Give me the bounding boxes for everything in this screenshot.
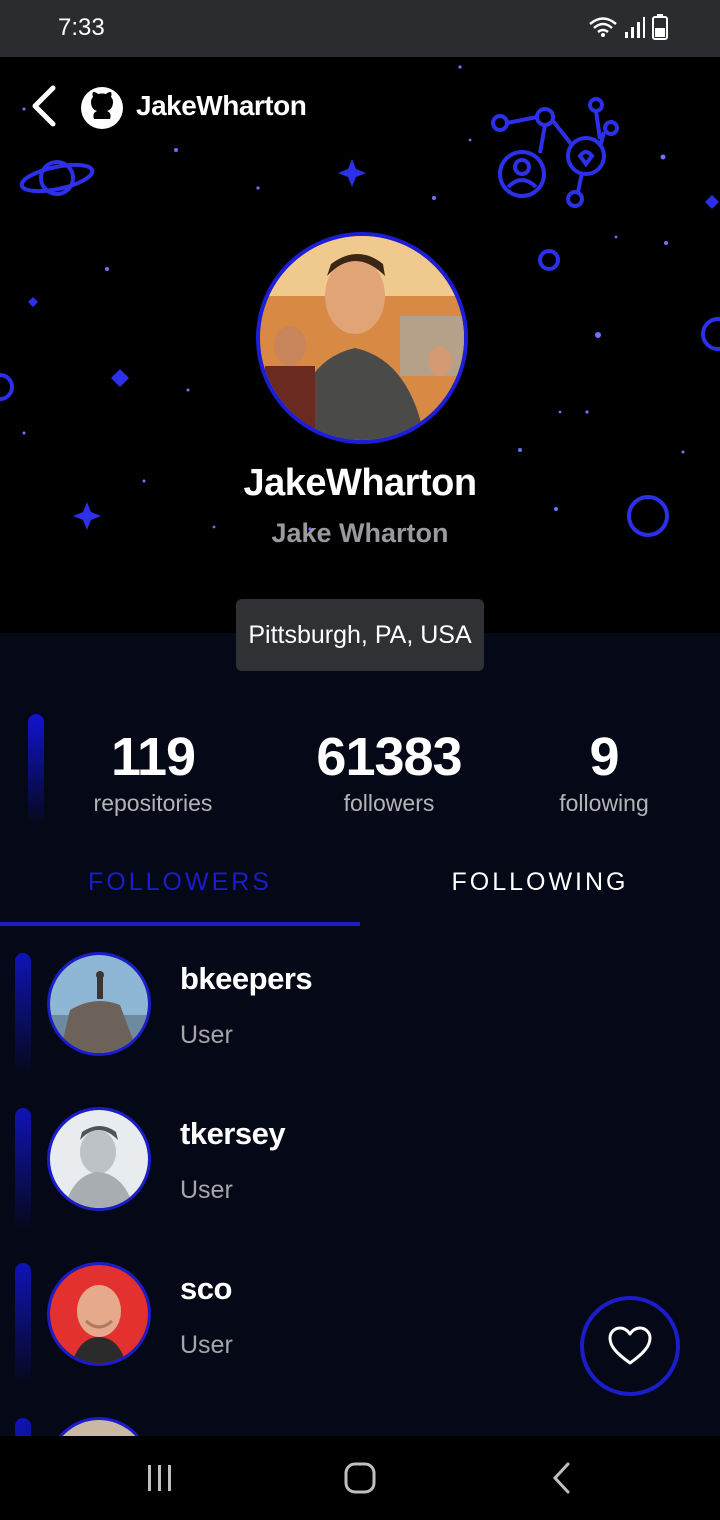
wifi-icon [589,17,617,37]
profile-full-name: Jake Wharton [271,518,449,548]
list-item[interactable]: tkersey User [0,1094,720,1244]
status-icons [588,14,668,40]
back-chevron-icon [552,1462,570,1494]
list-item-name: bkeepers [180,961,313,996]
recent-apps-icon [148,1465,171,1491]
list-item-type: User [180,1331,233,1359]
list-item-name: tkersey [180,1116,286,1151]
stat-following[interactable]: 9 following [504,726,704,817]
home-icon [344,1462,376,1494]
list-item[interactable]: bkeepers User [0,939,720,1089]
location-badge: Pittsburgh, PA, USA [236,599,484,671]
stat-value: 61383 [316,727,462,787]
back-button[interactable] [22,84,66,128]
tab-indicator [0,922,360,926]
stat-followers[interactable]: 61383 followers [289,726,489,817]
row-accent-bar [15,1263,31,1387]
avatar-person-icon [50,1110,148,1208]
status-bar: 7:33 [0,0,720,57]
list-item-type: User [180,1021,233,1049]
battery-icon [652,14,668,40]
recent-apps-button[interactable] [130,1454,190,1502]
tab-followers[interactable]: FOLLOWERS [0,868,360,897]
avatar [47,1107,151,1211]
status-time: 7:33 [58,14,105,41]
avatar [47,1417,151,1436]
stats-accent-bar [28,714,44,826]
stat-label: following [559,790,649,816]
system-back-button[interactable] [532,1454,592,1502]
row-accent-bar [15,1418,31,1436]
header-title: JakeWharton [136,90,307,121]
heart-icon [608,1326,652,1365]
stat-label: repositories [93,790,213,816]
favorite-button[interactable] [580,1296,680,1396]
profile-username: JakeWharton [243,462,477,504]
tab-following[interactable]: FOLLOWING [360,868,720,897]
stat-label: followers [343,790,435,816]
github-icon [80,86,124,130]
profile-avatar [256,232,468,444]
stat-value: 119 [110,727,196,787]
back-arrow-icon [32,85,56,127]
avatar-person-icon [50,1265,148,1363]
stat-value: 9 [589,727,619,787]
row-accent-bar [15,1108,31,1232]
list-item-name: sco [180,1271,232,1306]
list-item[interactable] [0,1404,720,1436]
row-accent-bar [15,953,31,1077]
avatar [47,952,151,1056]
stat-repositories[interactable]: 119 repositories [53,726,253,817]
avatar-rock-icon [50,955,148,1053]
avatar [47,1262,151,1366]
avatar-photo-icon [260,236,464,440]
signal-icon [625,17,645,38]
list-item-type: User [180,1176,233,1204]
home-button[interactable] [330,1454,390,1502]
system-navigation-bar [0,1436,720,1520]
